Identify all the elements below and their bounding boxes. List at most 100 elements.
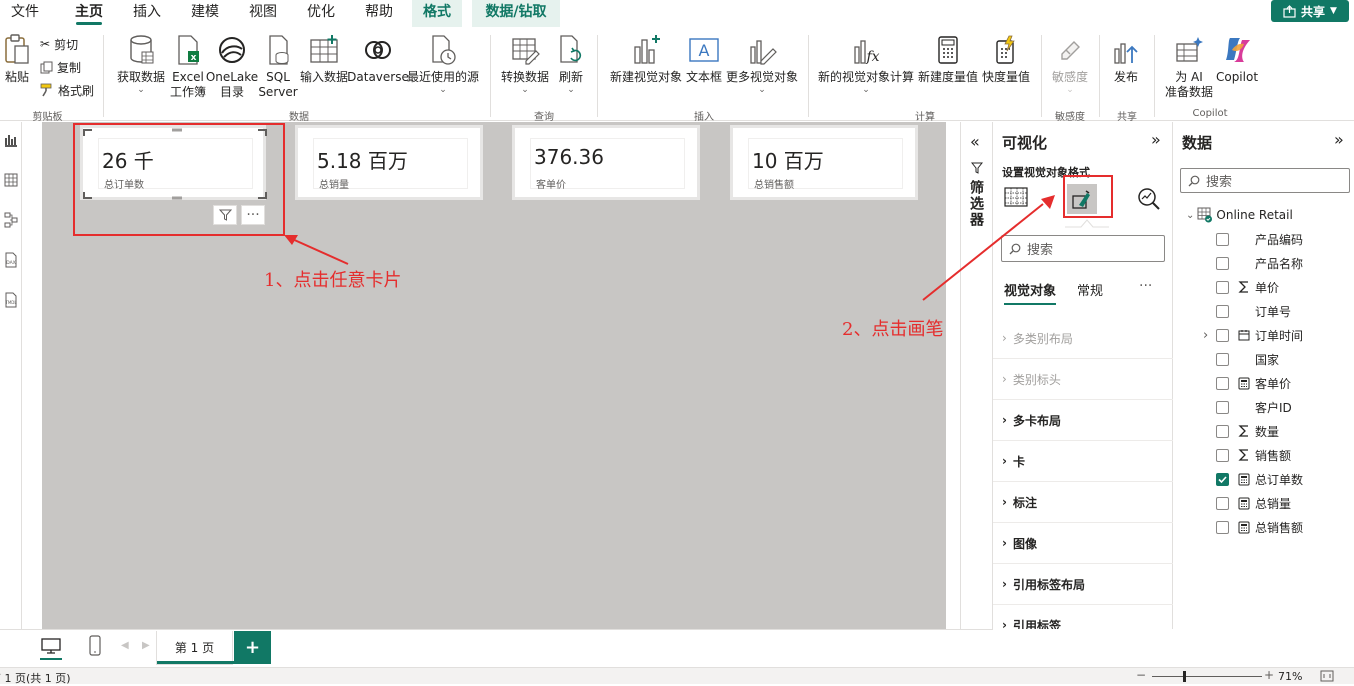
card-visual[interactable]: 5.18 百万 总销量 — [298, 128, 480, 197]
section-card[interactable]: › 卡 — [993, 441, 1173, 482]
card-visual[interactable]: 10 百万 总销售额 — [733, 128, 915, 197]
zoom-in-button[interactable]: + — [1264, 668, 1274, 682]
field-checkbox[interactable] — [1216, 448, 1229, 462]
tab-data-drill[interactable]: 数据/钻取 — [472, 0, 560, 27]
tab-format[interactable]: 格式 — [412, 0, 462, 27]
field-total-sales[interactable]: 总销售额 — [1216, 517, 1303, 537]
paste-button[interactable]: 粘贴 — [2, 33, 32, 85]
tab-file[interactable]: 文件 — [3, 0, 47, 27]
field-checkbox[interactable] — [1216, 496, 1229, 510]
page-tab-bar: ◀ ▶ 第 1 页 + — [0, 629, 993, 667]
field-checkbox[interactable] — [1216, 256, 1229, 270]
prep-data-for-ai-button[interactable]: 为 AI 准备数据 — [1160, 33, 1218, 100]
tmdl-view-icon[interactable]: TMDL — [1, 290, 21, 310]
field-customer-id[interactable]: 客户ID — [1216, 397, 1292, 417]
field-avg-order-value[interactable]: 客单价 — [1216, 373, 1291, 393]
desktop-layout-icon[interactable] — [40, 637, 62, 660]
get-data-button[interactable]: 获取数据 ⌄ — [116, 33, 166, 95]
tab-modeling[interactable]: 建模 — [183, 0, 227, 27]
textbox-button[interactable]: A 文本框 — [684, 33, 724, 85]
field-checkbox[interactable] — [1216, 376, 1229, 390]
copy-button[interactable]: 复制 — [40, 57, 81, 77]
zoom-slider-thumb[interactable] — [1183, 671, 1186, 682]
prev-page-icon[interactable]: ◀ — [121, 640, 129, 651]
field-unit-price[interactable]: 单价 — [1216, 277, 1279, 297]
zoom-out-button[interactable]: − — [1136, 668, 1146, 682]
copilot-icon — [1220, 33, 1254, 67]
section-callout[interactable]: › 标注 — [993, 482, 1173, 523]
table-view-icon[interactable] — [1, 170, 21, 190]
field-order-time[interactable]: › 订单时间 — [1203, 325, 1303, 345]
section-image[interactable]: › 图像 — [993, 523, 1173, 564]
copilot-button[interactable]: Copilot — [1214, 33, 1260, 85]
analytics-button[interactable] — [1136, 186, 1162, 212]
section-reference-label-layout[interactable]: › 引用标签布局 — [993, 564, 1173, 605]
field-checkbox[interactable] — [1216, 328, 1229, 342]
publish-button[interactable]: 发布 — [1108, 33, 1144, 85]
field-total-volume[interactable]: 总销量 — [1216, 493, 1291, 513]
field-product-code[interactable]: 产品编码 — [1216, 229, 1303, 249]
field-checkbox[interactable] — [1216, 472, 1229, 486]
tab-general[interactable]: 常规 — [1077, 280, 1103, 299]
cut-button[interactable]: ✂ 剪切 — [40, 34, 78, 54]
mobile-layout-icon[interactable] — [88, 635, 102, 657]
zoom-slider[interactable] — [1152, 676, 1262, 677]
chevron-right-icon: › — [1002, 495, 1007, 509]
table-online-retail[interactable]: ⌄ Online Retail — [1186, 205, 1293, 225]
format-painter-button[interactable]: 格式刷 — [40, 80, 94, 100]
page-tab-1[interactable]: 第 1 页 — [156, 631, 234, 665]
transform-data-button[interactable]: 转换数据 ⌄ — [498, 33, 552, 95]
sensitivity-button[interactable]: 敏感度 ⌄ — [1048, 33, 1092, 95]
field-checkbox[interactable] — [1216, 280, 1229, 294]
data-search-input[interactable]: 搜索 — [1180, 168, 1350, 193]
recent-sources-button[interactable]: 最近使用的源 ⌄ — [406, 33, 480, 95]
field-quantity[interactable]: 数量 — [1216, 421, 1279, 441]
add-page-button[interactable]: + — [234, 631, 271, 664]
field-order-no[interactable]: 订单号 — [1216, 301, 1291, 321]
sql-server-button[interactable]: SQL Server — [258, 33, 298, 100]
enter-data-button[interactable]: 输入数据 — [298, 33, 350, 85]
collapse-data-icon[interactable]: » — [1334, 130, 1344, 149]
tab-optimize[interactable]: 优化 — [299, 0, 343, 27]
new-visual-button[interactable]: 新建视觉对象 — [608, 33, 684, 85]
dataverse-icon — [361, 33, 395, 67]
new-measure-button[interactable]: 新建度量值 — [916, 33, 980, 85]
tab-help[interactable]: 帮助 — [357, 0, 401, 27]
tab-view[interactable]: 视图 — [241, 0, 285, 27]
tab-home[interactable]: 主页 — [66, 0, 112, 27]
field-sales-amount[interactable]: 销售额 — [1216, 445, 1291, 465]
tab-insert[interactable]: 插入 — [125, 0, 169, 27]
expand-filters-icon[interactable]: « — [970, 132, 980, 151]
card-visual[interactable]: 376.36 客单价 — [515, 128, 697, 197]
refresh-button[interactable]: 刷新 ⌄ — [554, 33, 588, 95]
field-checkbox[interactable] — [1216, 520, 1229, 534]
next-page-icon[interactable]: ▶ — [142, 640, 150, 651]
fit-to-page-icon[interactable] — [1320, 670, 1334, 682]
new-visual-calc-button[interactable]: fx 新的视觉对象计算 ⌄ — [816, 33, 916, 95]
section-multi-card-layout[interactable]: › 多卡布局 — [993, 400, 1173, 441]
collapse-viz-icon[interactable]: » — [1151, 130, 1161, 149]
field-checkbox[interactable] — [1216, 232, 1229, 246]
field-checkbox[interactable] — [1216, 352, 1229, 366]
quick-measure-button[interactable]: 快度量值 — [980, 33, 1032, 85]
svg-text:x: x — [191, 53, 197, 63]
share-button[interactable]: 共享 ▼ — [1271, 0, 1349, 22]
section-category-header[interactable]: › 类别标头 — [993, 359, 1173, 400]
more-visuals-button[interactable]: 更多视觉对象 ⌄ — [724, 33, 800, 95]
field-checkbox[interactable] — [1216, 424, 1229, 438]
section-multi-category-layout[interactable]: › 多类别布局 — [993, 318, 1173, 359]
field-checkbox[interactable] — [1216, 400, 1229, 414]
chevron-right-icon[interactable]: › — [1203, 328, 1208, 343]
dataverse-button[interactable]: Dataverse — [347, 33, 409, 85]
report-view-icon[interactable] — [1, 130, 21, 150]
onelake-catalog-button[interactable]: OneLake 目录 — [206, 33, 258, 100]
field-label: 产品编码 — [1255, 232, 1304, 247]
more-options-icon[interactable]: ··· — [1139, 278, 1152, 294]
dax-query-view-icon[interactable]: DAX — [1, 250, 21, 270]
model-view-icon[interactable] — [1, 210, 21, 230]
field-country[interactable]: 国家 — [1216, 349, 1279, 369]
field-checkbox[interactable] — [1216, 304, 1229, 318]
excel-workbook-button[interactable]: x Excel 工作簿 — [168, 33, 208, 100]
field-total-orders[interactable]: 总订单数 — [1216, 469, 1303, 489]
field-product-name[interactable]: 产品名称 — [1216, 253, 1303, 273]
